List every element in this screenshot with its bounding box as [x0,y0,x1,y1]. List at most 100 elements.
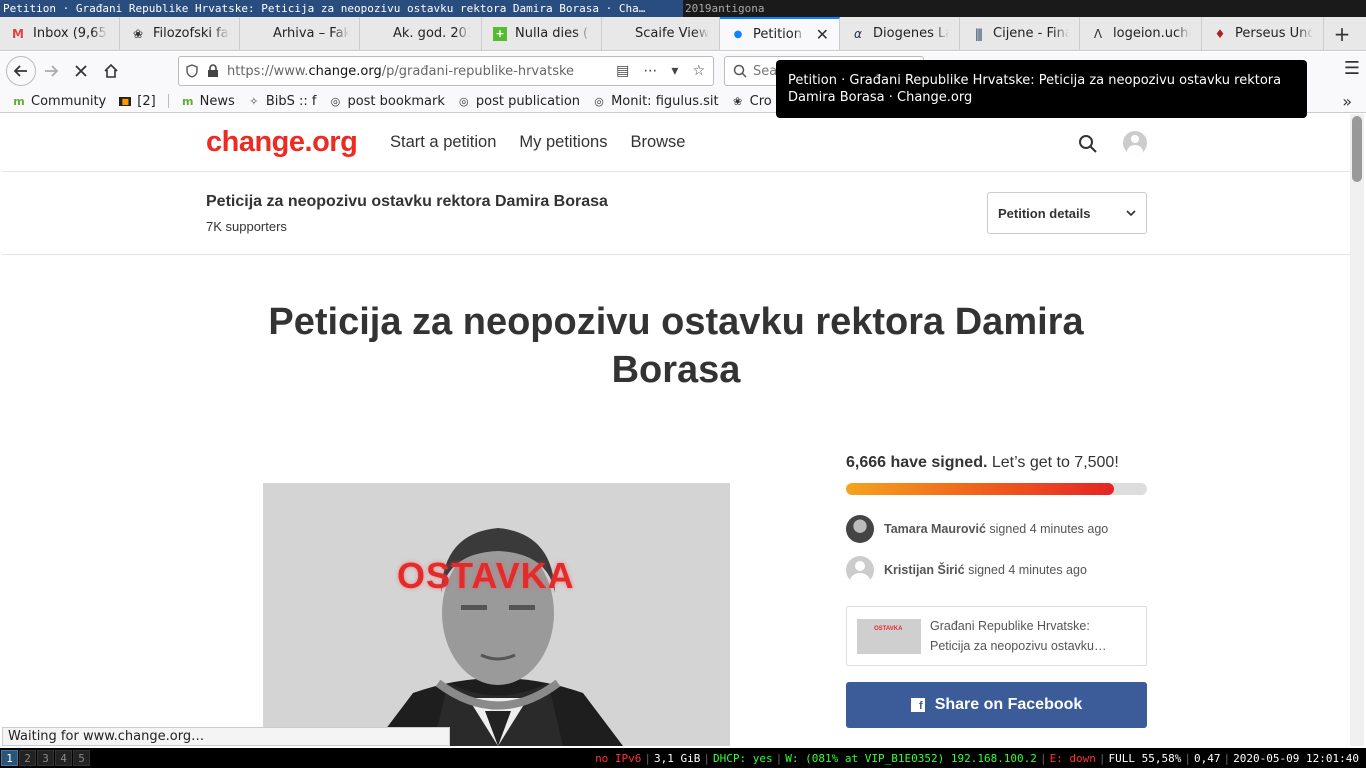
tab-9[interactable]: Λlogeion.uchi [1080,17,1202,50]
bookmark-item[interactable]: ◎ post bookmark [328,93,445,109]
nav-my-petitions[interactable]: My petitions [519,133,607,152]
summary-title: Peticija za neopozivu ostavku rektora Da… [206,193,608,210]
url-bar[interactable]: https://www.change.org/p/građani-republi… [178,56,714,86]
blank-favicon-icon [370,26,386,42]
pocket-icon[interactable]: ▾ [671,63,678,79]
new-tab-button[interactable]: + [1324,17,1360,50]
dot-icon: ● [733,29,743,40]
search-placeholder: Sea [753,63,778,79]
tab-title: Petition · [753,27,805,42]
tab-3[interactable]: Ak. god. 2013./ [360,17,482,50]
tab-bar: M Inbox (9,65 ❀ Filozofski fak Arhiva – Faku… [0,17,1366,51]
arrow-left-icon [13,65,27,77]
status-segment: 3,1 GiB [654,751,701,765]
tab-0[interactable]: M Inbox (9,65 [0,17,120,50]
url-domain: change.org [308,63,382,79]
search-icon [733,64,747,78]
signature-count: 6,666 have signed. Let’s get to 7,500! [846,454,1147,472]
site-header: change.org Start a petition My petitions… [2,114,1350,172]
signer-row: Kristijan Širić signed 4 minutes ago [846,556,1147,584]
blank-favicon-icon [612,26,628,42]
page-actions-icon[interactable]: ⋯ [643,63,657,79]
tab-title: Perseus Und [1235,26,1313,41]
bookmarks-overflow-icon[interactable]: » [1342,92,1352,111]
plus-icon: + [492,26,508,42]
user-avatar-icon[interactable] [1123,131,1147,155]
globe-icon: ◎ [594,94,604,108]
bookmark-item[interactable]: ❀ Cro [731,94,772,109]
scrollbar-thumb[interactable] [1352,116,1362,182]
bookmark-item[interactable]: ◎ post publication [457,94,580,109]
bookmark-label: Cro [749,93,772,109]
petition-details-button[interactable]: Petition details [987,192,1147,234]
close-icon [75,65,87,77]
tab-10[interactable]: ♦ Perseus Und [1202,17,1324,50]
bookmark-item[interactable]: ◎ Monit: figulus.sit [592,93,719,109]
facebook-label: Share on Facebook [934,696,1083,713]
share-thumbnail: OSTAVKA [857,618,921,654]
bookmark-item[interactable]: m Community [12,94,106,109]
workspace-button[interactable]: 2 [19,750,36,766]
window-title-bar: Petition · Građani Republike Hrvatske: P… [0,0,1366,17]
status-segment: no IPv6 [595,751,642,765]
share-on-facebook-button[interactable]: f Share on Facebook [846,682,1147,728]
tab-2[interactable]: Arhiva – Fakulte [240,17,360,50]
shield-icon[interactable] [185,64,199,78]
share-preview-card[interactable]: OSTAVKA Građani Republike Hrvatske: Peti… [846,606,1147,666]
bookmark-star-icon[interactable]: ☆ [692,63,705,79]
status-segment: FULL 55,58% [1108,751,1182,765]
page-scrollbar[interactable] [1350,114,1364,746]
close-tab-icon[interactable]: ✕ [816,25,829,44]
tab-7[interactable]: α Diogenes La [840,17,960,50]
bookmark-label: News [199,93,235,109]
bookmark-label: post bookmark [347,93,445,109]
bookmark-item[interactable]: m News [181,94,235,109]
status-separator: | [1184,751,1192,765]
lock-icon[interactable] [207,64,219,78]
petition-summary-bar: Peticija za neopozivu ostavku rektora Da… [2,172,1350,255]
hamburger-menu-icon[interactable]: ☰ [1344,58,1360,79]
back-button[interactable] [6,56,36,86]
system-status: no IPv6 | 3,1 GiB | DHCP: yes | W: (081% at VI… [592,748,1362,768]
tab-8[interactable]: ||| Cijene - Fina [960,17,1080,50]
tab-1[interactable]: ❀ Filozofski fak [120,17,240,50]
tab-title: Scaife Viewer | [635,26,709,41]
alpha-icon: α [854,26,862,41]
url-text[interactable]: https://www.change.org/p/građani-republi… [227,64,608,79]
tab-5[interactable]: Scaife Viewer | [602,17,720,50]
workspace-button[interactable]: 1 [1,750,18,766]
reader-view-icon[interactable]: ▤ [616,63,629,79]
workspace-button[interactable]: 3 [37,750,54,766]
bookmark-label: Monit: figulus.sit [611,93,719,109]
bookmark-item[interactable]: ✧ BibS :: f [247,94,316,109]
status-segment: DHCP: yes [713,751,773,765]
ffzg-icon: ❀ [733,94,743,108]
nav-start-petition[interactable]: Start a petition [390,133,496,152]
workspace-button[interactable]: 4 [55,750,72,766]
tab-title: Cijene - Fina [993,26,1069,41]
ffzg-icon: ❀ [132,26,144,41]
signer-text: Kristijan Širić signed 4 minutes ago [884,563,1087,577]
site-nav: Start a petition My petitions Browse [390,133,685,152]
forward-button[interactable] [36,56,66,86]
sign-panel: 6,666 have signed. Let’s get to 7,500! T… [846,454,1147,728]
share-line-1: Građani Republike Hrvatske: [930,619,1090,633]
change-org-logo[interactable]: change.org [206,126,358,159]
tab-title: Arhiva – Fakulte [273,26,349,41]
nav-browse[interactable]: Browse [630,133,685,152]
tab-6[interactable]: ● Petition · ✕ [720,17,840,50]
chevron-down-icon [1126,210,1136,217]
tab-title: Nulla dies (1 [515,26,591,41]
other-window-title[interactable]: 2019antigona [683,0,766,17]
stop-button[interactable] [66,56,96,86]
search-icon[interactable] [1078,134,1098,154]
mint-icon: m [13,94,25,108]
status-separator: | [703,751,711,765]
status-segment: 0,47 [1194,751,1221,765]
bookmark-separator [167,94,169,108]
signer-text: Tamara Maurović signed 4 minutes ago [884,522,1108,536]
workspace-button[interactable]: 5 [73,750,90,766]
bookmark-item[interactable]: ■ [2] [118,94,156,109]
home-button[interactable] [96,56,126,86]
tab-4[interactable]: + Nulla dies (1 [482,17,602,50]
